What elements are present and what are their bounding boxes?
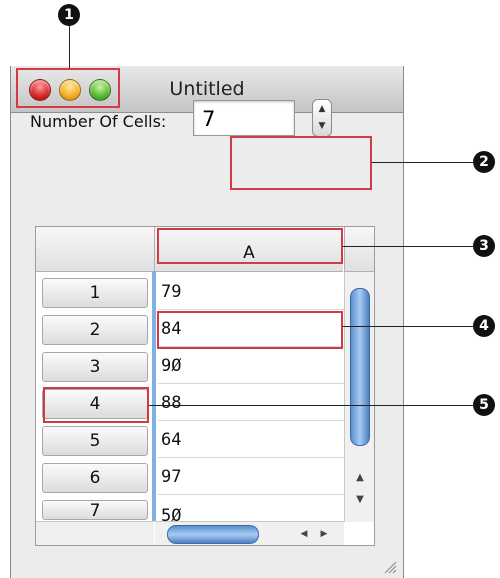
scrollbar-filler [36, 521, 154, 545]
number-of-cells-field[interactable]: 7 [193, 100, 295, 136]
scroll-up-icon[interactable]: ▲ [345, 468, 374, 488]
callout-box-column-header [157, 228, 343, 264]
horizontal-scroll-thumb[interactable] [167, 525, 259, 544]
table-cell[interactable]: 64 [158, 422, 344, 458]
number-of-cells-label: Number Of Cells: [30, 112, 167, 131]
stepper-up-icon[interactable]: ▲ [313, 101, 331, 117]
callout-line-4 [343, 326, 474, 327]
table-cell[interactable]: 9Ø [158, 348, 344, 384]
table-cell[interactable]: 5Ø [158, 496, 344, 521]
horizontal-scrollbar[interactable]: ◀ ▶ [155, 521, 344, 545]
cells-table: A 1 2 3 4 5 6 7 79 84 9Ø 88 64 97 5Ø ▲ ▼… [35, 226, 375, 546]
resize-grip-icon[interactable] [383, 560, 397, 574]
cells-stepper[interactable]: ▲ ▼ [312, 99, 332, 137]
row-header[interactable]: 7 [42, 500, 148, 520]
callout-badge-1: 1 [58, 4, 80, 26]
header-filler [344, 227, 374, 272]
row-header[interactable]: 1 [42, 278, 148, 308]
table-cell[interactable]: 88 [158, 385, 344, 421]
table-cell[interactable]: 79 [158, 274, 344, 310]
callout-box-traffic-lights [16, 68, 120, 108]
callout-badge-5: 5 [473, 394, 495, 416]
table-cell[interactable]: 97 [158, 459, 344, 495]
row-header[interactable]: 2 [42, 315, 148, 345]
row-header[interactable]: 3 [42, 352, 148, 382]
scroll-down-icon[interactable]: ▼ [345, 490, 374, 510]
stepper-down-icon[interactable]: ▼ [313, 118, 331, 134]
callout-box-row-header [43, 387, 149, 423]
callout-line-5 [149, 405, 474, 406]
callout-badge-2: 2 [473, 151, 495, 173]
callout-line-2 [372, 162, 474, 163]
vertical-scroll-thumb[interactable] [350, 288, 370, 446]
column-separator [152, 271, 156, 521]
callout-box-cell-count [230, 136, 372, 190]
table-corner [36, 227, 155, 272]
vertical-scrollbar[interactable]: ▲ ▼ [344, 272, 374, 522]
scroll-right-icon[interactable]: ▶ [315, 524, 333, 544]
row-header[interactable]: 6 [42, 463, 148, 493]
callout-badge-3: 3 [473, 235, 495, 257]
callout-line-3 [343, 246, 474, 247]
callout-badge-4: 4 [473, 315, 495, 337]
scroll-left-icon[interactable]: ◀ [295, 524, 313, 544]
callout-line-1 [69, 26, 70, 68]
callout-box-cell [157, 311, 343, 349]
row-header[interactable]: 5 [42, 426, 148, 456]
